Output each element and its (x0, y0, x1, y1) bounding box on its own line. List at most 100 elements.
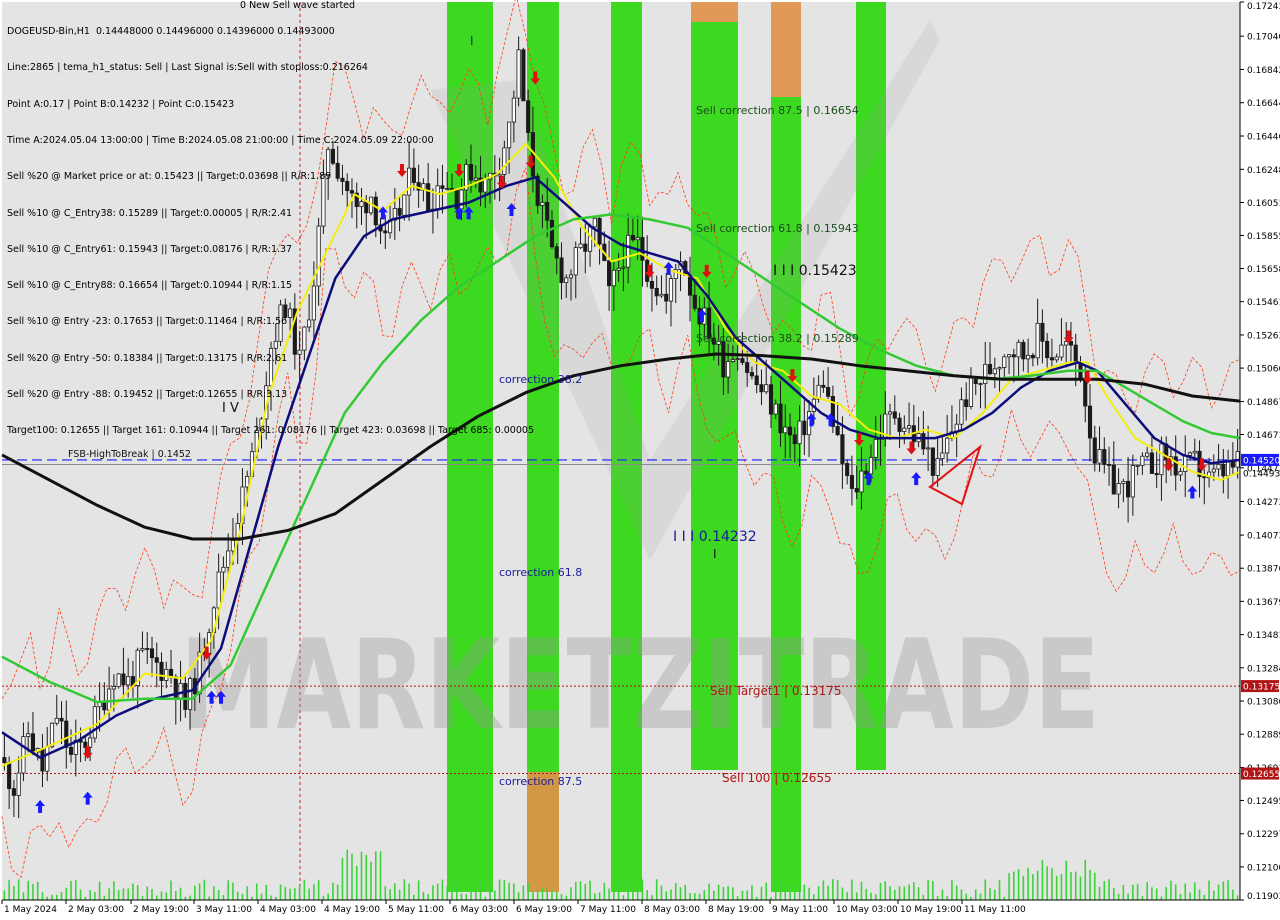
candle-body (992, 368, 997, 375)
volume-bar (598, 892, 601, 900)
candle-body (649, 281, 655, 289)
y-tick-label: 0.11903 (1247, 892, 1280, 902)
volume-bar (508, 882, 510, 900)
volume-bar (722, 887, 725, 900)
volume-bar (1184, 883, 1187, 900)
volume-bar (317, 880, 320, 900)
candle-body (188, 678, 193, 710)
volume-bar (1236, 895, 1239, 900)
candle-body (226, 550, 231, 568)
candle-body (16, 772, 21, 796)
candle-body (216, 571, 221, 609)
volume-bar (936, 895, 939, 900)
volume-bar (351, 853, 353, 900)
volume-bar (1165, 887, 1167, 900)
volume-bar (403, 879, 406, 900)
volume-bar (870, 892, 872, 900)
volume-bar (203, 879, 206, 900)
volume-bar (574, 881, 577, 900)
volume-bar (3, 890, 6, 900)
candle-body (692, 294, 697, 309)
candle-body (30, 733, 36, 753)
candle-body (754, 375, 759, 386)
volume-bar (174, 891, 177, 900)
candle-body (568, 274, 574, 279)
volume-bar (803, 884, 806, 900)
candle-body (183, 683, 188, 710)
candle-body (635, 237, 640, 241)
volume-bar (541, 888, 544, 900)
volume-bar (41, 892, 44, 900)
y-tick-label: 0.14073 (1247, 532, 1280, 542)
volume-bar (255, 883, 258, 900)
x-tick-label: 8 May 03:00 (644, 905, 700, 915)
candle-body (1178, 471, 1183, 476)
candle-body (107, 688, 112, 711)
candle-body (921, 433, 926, 450)
y-tick-label: 0.16248 (1247, 166, 1280, 176)
x-tick-label: 2 May 19:00 (133, 905, 189, 915)
candle-body (802, 420, 807, 436)
candle-body (1021, 341, 1026, 360)
volume-bar (932, 880, 934, 900)
volume-bar (517, 892, 520, 900)
volume-bar (1127, 893, 1129, 900)
volume-bar (413, 894, 415, 900)
info-line-5: Sell %10 @ C_Entry38: 0.15289 || Target:… (7, 207, 293, 219)
volume-bar (232, 882, 234, 900)
candle-body (59, 717, 64, 722)
volume-bar (1079, 876, 1082, 900)
volume-bar (527, 882, 529, 900)
volume-bar (865, 888, 868, 900)
volume-bar (660, 885, 663, 900)
volume-bar (346, 849, 349, 900)
volume-bar (793, 891, 796, 900)
candle-body (559, 257, 564, 283)
info-line-10: Sell %20 @ Entry -88: 0.19452 || Target:… (7, 389, 288, 400)
candle-body (578, 243, 583, 249)
info-line-3: Time A:2024.05.04 13:00:00 | Time B:2024… (7, 135, 434, 147)
volume-bar (632, 886, 634, 900)
volume-bar (713, 890, 715, 900)
candle-body (873, 438, 878, 458)
candle-body (664, 293, 669, 302)
zone-band-8 (527, 772, 559, 892)
sell-100-tag: 0.12655 (1243, 770, 1280, 780)
volume-bar (470, 888, 472, 900)
volume-bar (236, 891, 239, 900)
candle-body (1073, 344, 1078, 363)
volume-bar (622, 895, 625, 900)
y-tick-label: 0.14671 (1247, 431, 1280, 441)
volume-bar (636, 887, 639, 900)
zone-band-6 (691, 2, 738, 22)
candle-body (797, 420, 802, 445)
volume-bar (1055, 875, 1058, 900)
volume-bar (851, 879, 853, 900)
volume-bar (446, 886, 449, 900)
volume-bar (1089, 869, 1091, 900)
volume-bar (1041, 859, 1044, 900)
volume-bar (808, 887, 810, 900)
volume-bar (736, 896, 739, 900)
volume-bar (217, 889, 220, 900)
volume-bar (903, 886, 906, 900)
volume-bar (841, 887, 844, 900)
candle-body (964, 399, 969, 407)
volume-bar (922, 894, 925, 900)
volume-bar (241, 893, 244, 900)
candle-body (868, 457, 874, 475)
chart-container: MARKETZITRADE 0 New Sell wave started Sel… (0, 0, 1280, 920)
candle-body (164, 668, 169, 681)
volume-bar (160, 891, 163, 900)
candle-body (145, 648, 150, 650)
candle-body (168, 668, 174, 678)
candle-body (668, 278, 674, 302)
candle-body (1173, 456, 1178, 476)
info-line-1: Line:2865 | tema_h1_status: Sell | Last … (7, 62, 368, 74)
candle-body (583, 243, 588, 252)
candle-body (854, 488, 859, 493)
volume-bar (17, 879, 20, 900)
volume-bar (1093, 872, 1096, 900)
volume-bar (298, 885, 301, 900)
volume-bar (898, 886, 901, 900)
